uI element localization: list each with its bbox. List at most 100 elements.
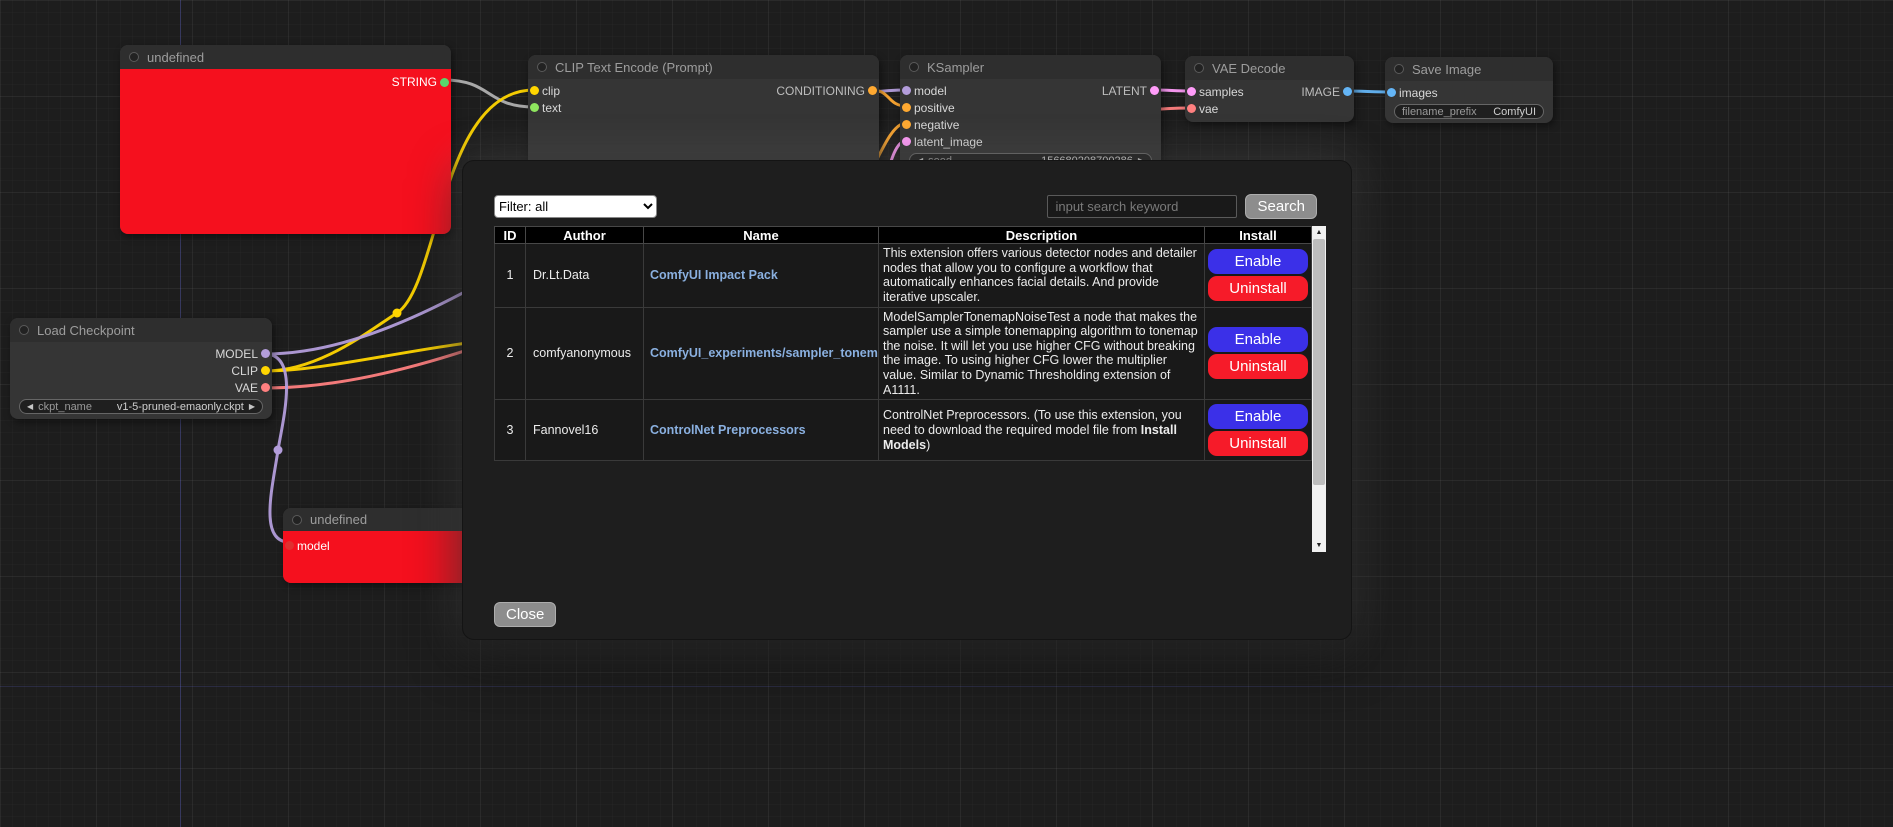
- column-header: Install: [1205, 227, 1312, 244]
- node-title: KSampler: [927, 60, 984, 75]
- output-slot-latent[interactable]: LATENT: [1102, 82, 1161, 99]
- uninstall-button[interactable]: Uninstall: [1208, 276, 1308, 301]
- collapse-dot-icon[interactable]: [537, 62, 547, 72]
- input-slot-samples[interactable]: samples: [1185, 83, 1244, 100]
- ckpt-name-widget[interactable]: ◀ ckpt_name v1-5-pruned-emaonly.ckpt ▶: [19, 399, 263, 414]
- decrement-arrow-icon[interactable]: ◀: [27, 403, 33, 411]
- input-slot-model[interactable]: model: [900, 82, 947, 99]
- column-header: Description: [879, 227, 1205, 244]
- input-slot-vae[interactable]: vae: [1185, 100, 1354, 117]
- table-scrollbar[interactable]: ▲ ▼: [1312, 226, 1326, 552]
- output-slot-string[interactable]: STRING: [392, 74, 451, 91]
- extension-install-cell: EnableUninstall: [1205, 244, 1312, 308]
- slot-dot-icon[interactable]: [1150, 86, 1159, 95]
- node-save-image[interactable]: Save Image images filename_prefix ComfyU…: [1385, 57, 1553, 123]
- node-load-checkpoint[interactable]: Load Checkpoint MODEL CLIP VAE: [10, 318, 272, 419]
- close-button[interactable]: Close: [494, 602, 556, 627]
- collapse-dot-icon[interactable]: [292, 515, 302, 525]
- scroll-up-icon[interactable]: ▲: [1312, 226, 1326, 239]
- slot-dot-icon[interactable]: [530, 86, 539, 95]
- input-slot-latent-image[interactable]: latent_image: [900, 133, 1161, 150]
- extension-description-cell: ControlNet Preprocessors. (To use this e…: [879, 400, 1205, 461]
- extension-id-cell: 1: [495, 244, 526, 308]
- slot-dot-icon[interactable]: [1343, 87, 1352, 96]
- extension-install-cell: EnableUninstall: [1205, 400, 1312, 461]
- scrollbar-thumb[interactable]: [1313, 239, 1325, 485]
- slot-dot-icon[interactable]: [902, 103, 911, 112]
- widget-label: ckpt_name: [38, 401, 92, 413]
- slot-dot-icon[interactable]: [1187, 104, 1196, 113]
- output-slot-vae[interactable]: VAE: [235, 379, 272, 396]
- node-graph-canvas[interactable]: undefined STRING CLIP Text Encode (Promp…: [0, 0, 1893, 827]
- uninstall-button[interactable]: Uninstall: [1208, 354, 1308, 379]
- input-slot-clip[interactable]: clip: [528, 82, 560, 99]
- node-header[interactable]: VAE Decode: [1185, 56, 1354, 80]
- search-button[interactable]: Search: [1245, 194, 1317, 219]
- node-undefined-top[interactable]: undefined STRING: [120, 45, 451, 234]
- filename-prefix-widget[interactable]: filename_prefix ComfyUI: [1394, 104, 1544, 119]
- column-header: Author: [526, 227, 644, 244]
- slot-dot-icon[interactable]: [1187, 87, 1196, 96]
- column-header: ID: [495, 227, 526, 244]
- collapse-dot-icon[interactable]: [1394, 64, 1404, 74]
- enable-button[interactable]: Enable: [1208, 249, 1308, 274]
- slot-dot-icon[interactable]: [868, 86, 877, 95]
- output-slot-model[interactable]: MODEL: [215, 345, 272, 362]
- input-slot-images[interactable]: images: [1385, 84, 1553, 101]
- node-vae-decode[interactable]: VAE Decode samples IMAGE vae: [1185, 56, 1354, 122]
- extension-table-header-row: IDAuthorNameDescriptionInstall: [495, 227, 1312, 244]
- extension-name-link[interactable]: ComfyUI Impact Pack: [650, 268, 778, 282]
- input-slot-positive[interactable]: positive: [900, 99, 1161, 116]
- increment-arrow-icon[interactable]: ▶: [249, 403, 255, 411]
- slot-dot-icon[interactable]: [285, 541, 294, 550]
- node-title: undefined: [147, 50, 204, 65]
- output-slot-image[interactable]: IMAGE: [1301, 83, 1354, 100]
- column-header: Name: [644, 227, 879, 244]
- node-title: VAE Decode: [1212, 61, 1285, 76]
- output-slot-clip[interactable]: CLIP: [231, 362, 272, 379]
- extension-name-cell: ComfyUI_experiments/sampler_tonemap: [644, 307, 879, 400]
- slot-dot-icon[interactable]: [902, 86, 911, 95]
- slot-dot-icon[interactable]: [530, 103, 539, 112]
- scroll-down-icon[interactable]: ▼: [1312, 539, 1326, 552]
- input-slot-negative[interactable]: negative: [900, 116, 1161, 133]
- manager-toolbar: Filter: all Search: [494, 194, 1317, 219]
- collapse-dot-icon[interactable]: [909, 62, 919, 72]
- uninstall-button[interactable]: Uninstall: [1208, 431, 1308, 456]
- slot-dot-icon[interactable]: [902, 137, 911, 146]
- node-header[interactable]: Save Image: [1385, 57, 1553, 81]
- extension-name-cell: ComfyUI Impact Pack: [644, 244, 879, 308]
- slot-dot-icon[interactable]: [1387, 88, 1396, 97]
- filter-select[interactable]: Filter: all: [494, 195, 657, 218]
- extension-name-cell: ControlNet Preprocessors: [644, 400, 879, 461]
- slot-dot-icon[interactable]: [261, 383, 270, 392]
- widget-value: ComfyUI: [1493, 106, 1536, 118]
- extension-name-link[interactable]: ComfyUI_experiments/sampler_tonemap: [650, 346, 879, 360]
- node-title: undefined: [310, 512, 367, 527]
- extension-name-link[interactable]: ControlNet Preprocessors: [650, 423, 806, 437]
- node-title: Save Image: [1412, 62, 1481, 77]
- output-slot-conditioning[interactable]: CONDITIONING: [776, 82, 879, 99]
- slot-dot-icon[interactable]: [902, 120, 911, 129]
- search-input[interactable]: [1047, 195, 1237, 218]
- slot-dot-icon[interactable]: [440, 78, 449, 87]
- extension-id-cell: 3: [495, 400, 526, 461]
- extension-row: 3Fannovel16 ControlNet Preprocessors Contr…: [495, 400, 1312, 461]
- node-header[interactable]: Load Checkpoint: [10, 318, 272, 342]
- collapse-dot-icon[interactable]: [1194, 63, 1204, 73]
- enable-button[interactable]: Enable: [1208, 327, 1308, 352]
- slot-dot-icon[interactable]: [261, 349, 270, 358]
- input-slot-text[interactable]: text: [528, 99, 879, 116]
- node-title: CLIP Text Encode (Prompt): [555, 60, 713, 75]
- node-header[interactable]: CLIP Text Encode (Prompt): [528, 55, 879, 79]
- node-title: Load Checkpoint: [37, 323, 135, 338]
- collapse-dot-icon[interactable]: [129, 52, 139, 62]
- node-header[interactable]: KSampler: [900, 55, 1161, 79]
- extension-id-cell: 2: [495, 307, 526, 400]
- extension-author-cell: Fannovel16: [526, 400, 644, 461]
- node-header[interactable]: undefined: [120, 45, 451, 69]
- slot-dot-icon[interactable]: [261, 366, 270, 375]
- enable-button[interactable]: Enable: [1208, 404, 1308, 429]
- extension-row: 1Dr.Lt.DataComfyUI Impact PackThis exten…: [495, 244, 1312, 308]
- collapse-dot-icon[interactable]: [19, 325, 29, 335]
